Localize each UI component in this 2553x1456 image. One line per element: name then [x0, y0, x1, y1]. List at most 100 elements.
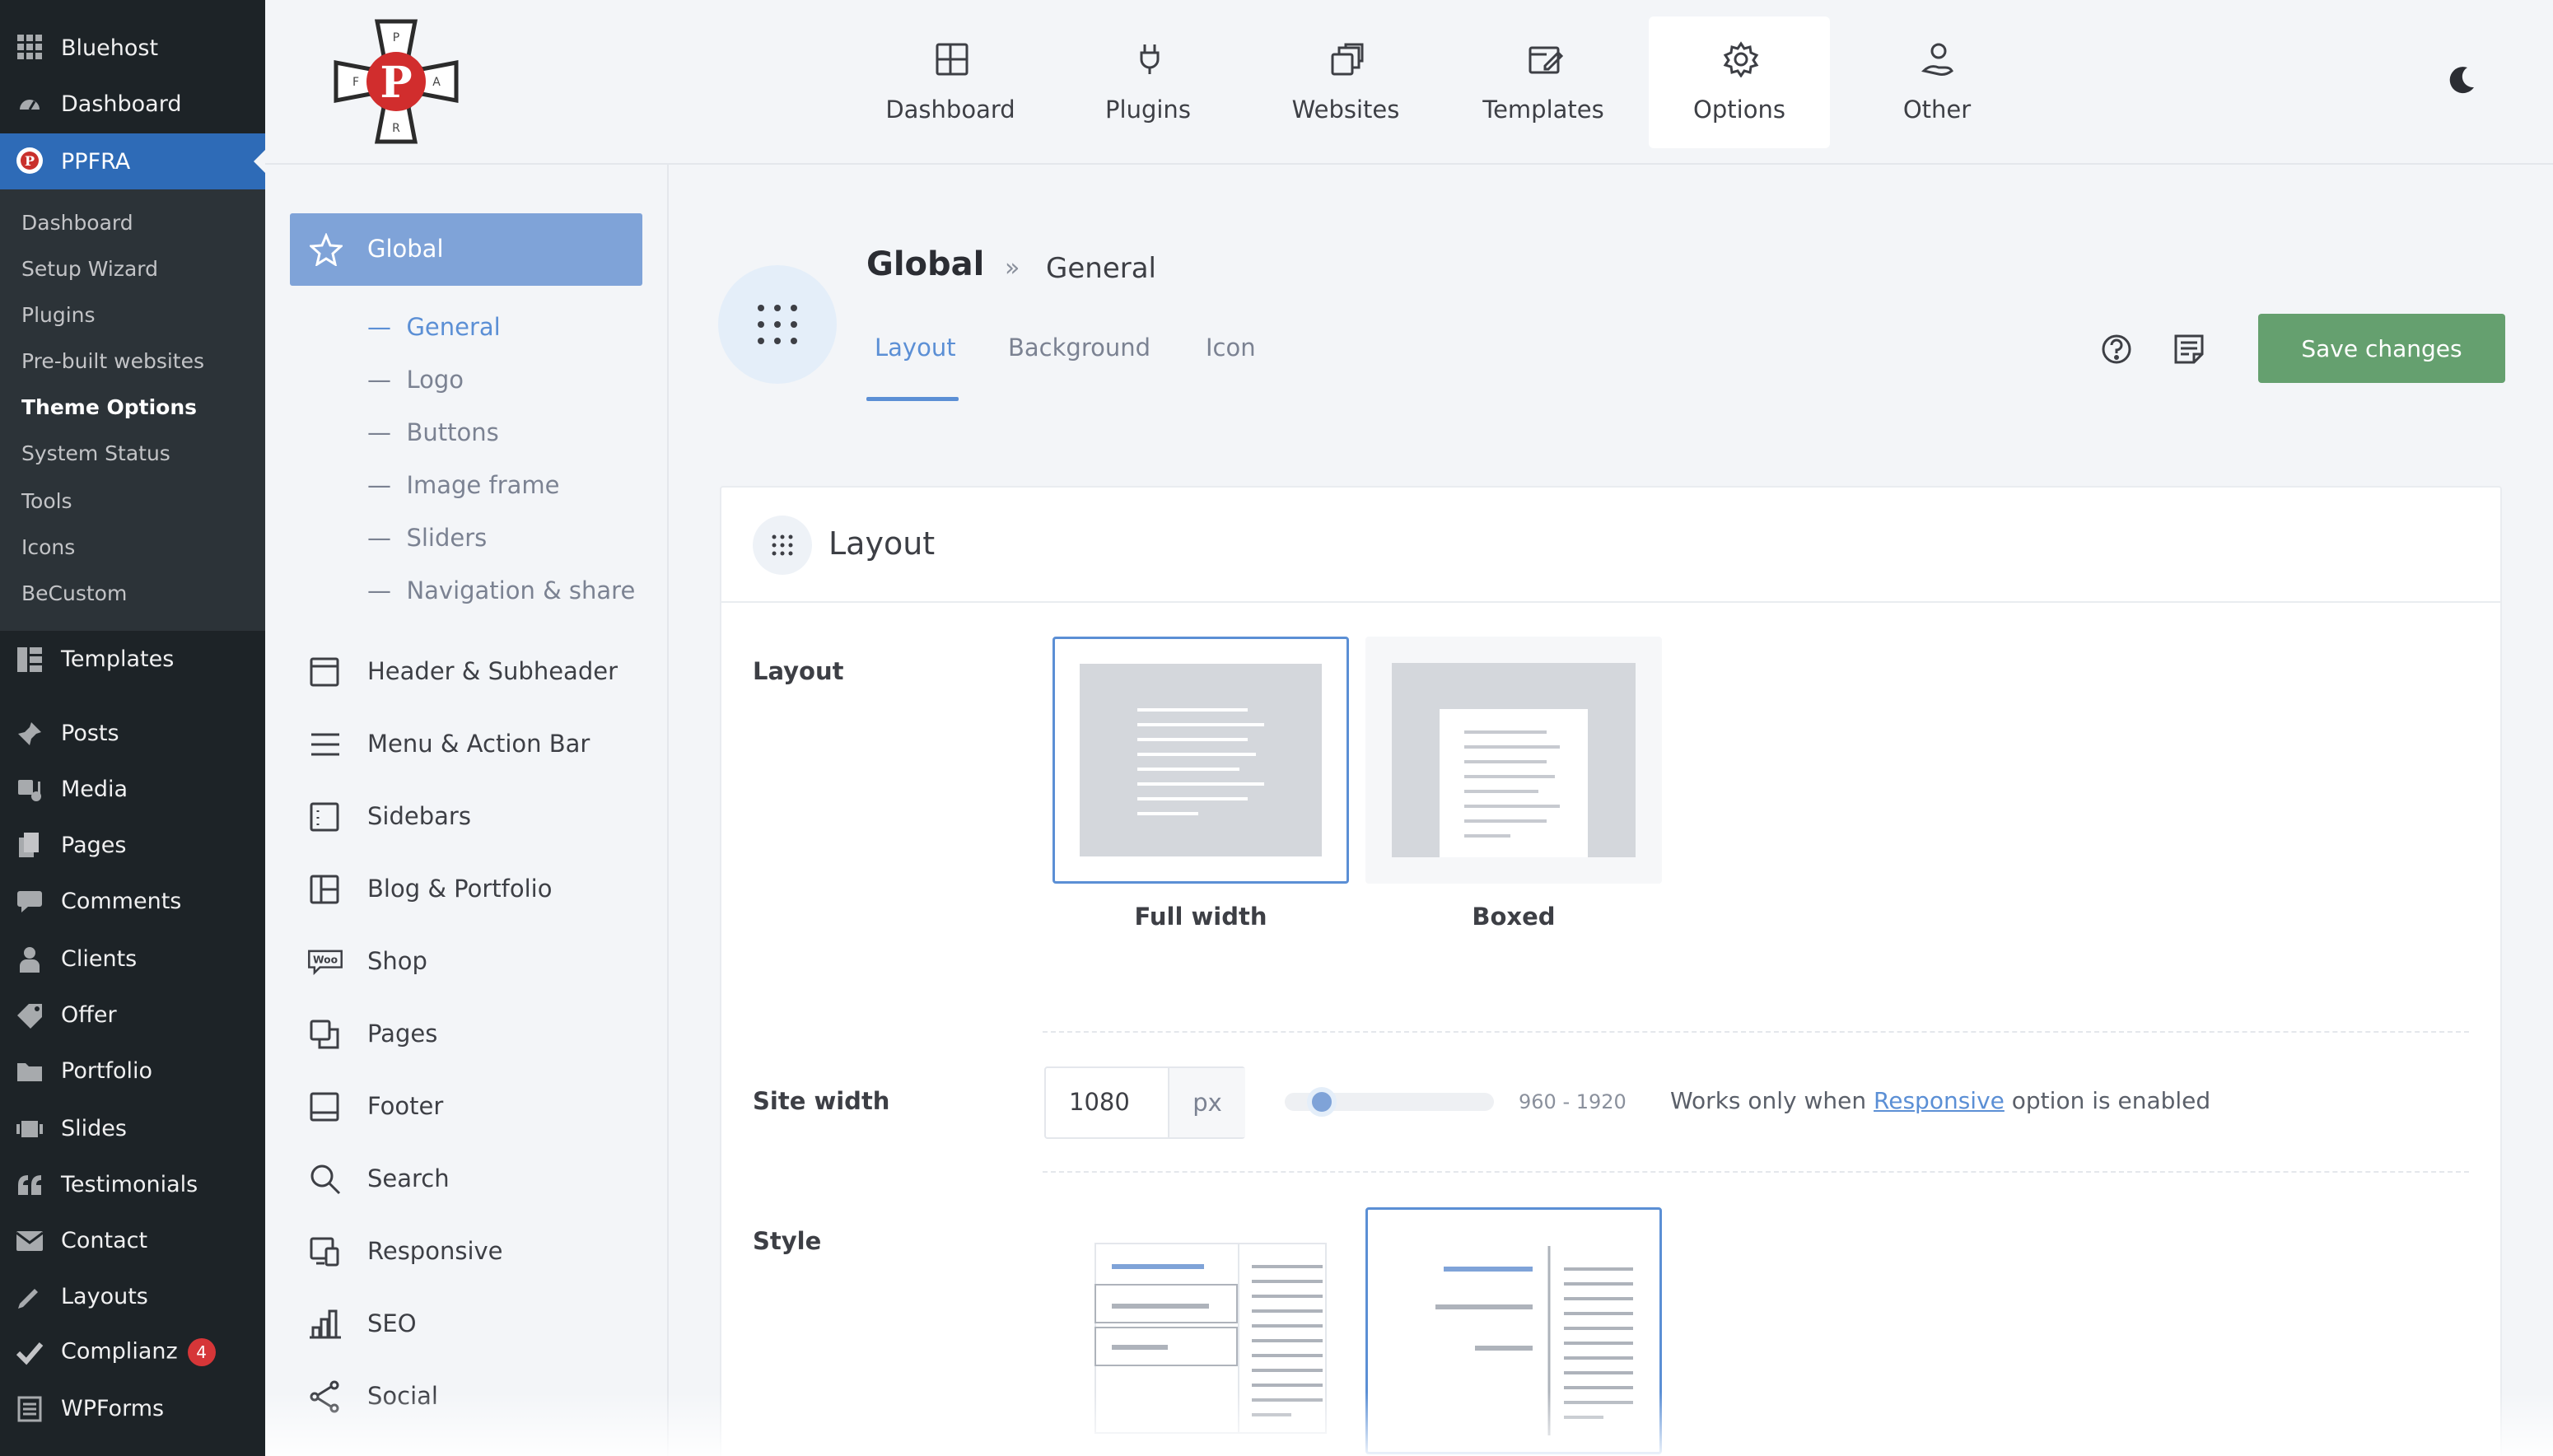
menu-label: Contact [61, 1227, 148, 1253]
subnav-label: Image frame [406, 471, 560, 499]
menu-portfolio[interactable]: Portfolio [0, 1044, 265, 1097]
menu-layouts[interactable]: Layouts [0, 1270, 265, 1323]
subnav-general[interactable]: — General [367, 313, 501, 341]
top-nav-other[interactable]: Other [1846, 16, 2028, 148]
subnav-sliders[interactable]: — Sliders [367, 524, 487, 552]
menu-label: Layouts [61, 1283, 148, 1309]
section-footer[interactable]: Footer [306, 1082, 652, 1132]
brand-logo[interactable]: P P F R A [331, 16, 461, 147]
submenu-item-icons[interactable]: Icons [21, 535, 75, 559]
site-width-slider[interactable] [1285, 1087, 1494, 1117]
subnav-buttons[interactable]: — Buttons [367, 418, 499, 446]
note-text: Works only when [1670, 1087, 1874, 1114]
section-header-subheader[interactable]: Header & Subheader [306, 647, 652, 697]
site-width-field[interactable]: 1080 px [1044, 1066, 1245, 1139]
top-nav-websites[interactable]: Websites [1255, 16, 1436, 148]
complianz-label: Complianz [61, 1338, 178, 1365]
menu-templates[interactable]: Templates [0, 632, 265, 685]
notification-badge: 4 [187, 1338, 216, 1366]
menu-clients[interactable]: Clients [0, 932, 265, 985]
top-nav-options[interactable]: Options [1649, 16, 1830, 148]
slider-handle[interactable] [1307, 1087, 1337, 1117]
save-changes-button[interactable]: Save changes [2258, 314, 2505, 383]
svg-text:P: P [25, 153, 35, 169]
submenu-item-tools[interactable]: Tools [21, 489, 72, 513]
section-responsive[interactable]: Responsive [306, 1227, 652, 1276]
note-text: option is enabled [2004, 1087, 2211, 1114]
menu-label: Complianz 4 [61, 1338, 216, 1366]
menu-bluehost[interactable]: Bluehost [0, 21, 265, 74]
subnav-logo[interactable]: — Logo [367, 366, 464, 394]
menu-contact[interactable]: Contact [0, 1214, 265, 1267]
section-pages[interactable]: Pages [306, 1010, 652, 1059]
help-icon[interactable] [2098, 331, 2135, 367]
forms-icon [15, 1395, 44, 1423]
search-icon [310, 1164, 341, 1195]
menu-label: Dashboard [61, 91, 182, 117]
section-search[interactable]: Search [306, 1155, 652, 1204]
menu-offer[interactable]: Offer [0, 988, 265, 1041]
section-sidebars[interactable]: Sidebars [306, 792, 652, 842]
subnav-navigation-share[interactable]: — Navigation & share [367, 576, 635, 604]
menu-media[interactable]: Media [0, 763, 265, 815]
hamburger-icon [311, 733, 339, 756]
bottom-fade [265, 1392, 2553, 1456]
menu-slides[interactable]: Slides [0, 1102, 265, 1155]
menu-label: Clients [61, 945, 138, 972]
header-layout-icon [310, 657, 339, 687]
top-nav-templates[interactable]: Templates [1453, 16, 1634, 148]
submenu-item-pre-built-websites[interactable]: Pre-built websites [21, 349, 204, 373]
submenu-item-becustom[interactable]: BeCustom [21, 581, 127, 605]
tab-background[interactable]: Background [1008, 334, 1150, 362]
site-width-value[interactable]: 1080 [1069, 1088, 1130, 1116]
submenu-item-theme-options[interactable]: Theme Options [21, 395, 197, 419]
menu-label: Slides [61, 1115, 127, 1141]
menu-dashboard[interactable]: Dashboard [0, 77, 265, 130]
section-menu-action-bar[interactable]: Menu & Action Bar [306, 720, 652, 769]
submenu-item-plugins[interactable]: Plugins [21, 303, 96, 327]
footer-layout-icon [310, 1092, 339, 1122]
templates-icon [15, 646, 44, 674]
section-global-button[interactable]: Global [290, 213, 642, 286]
boxed-preview [1392, 663, 1636, 857]
layout-option-boxed[interactable] [1365, 637, 1662, 884]
dashboard-icon [15, 91, 44, 119]
top-nav-label: Options [1693, 96, 1785, 124]
section-shop[interactable]: Woo Shop [306, 937, 652, 987]
submenu-item-setup-wizard[interactable]: Setup Wizard [21, 257, 158, 281]
section-label: Pages [367, 1020, 438, 1048]
section-label: Shop [367, 947, 427, 975]
active-tab-indicator [866, 397, 959, 401]
ppfra-logo-icon: P [15, 147, 44, 175]
menu-pages[interactable]: Pages [0, 819, 265, 871]
layout-option-full-width[interactable] [1052, 637, 1349, 884]
top-nav-plugins[interactable]: Plugins [1057, 16, 1239, 148]
subnav-label: Navigation & share [406, 576, 636, 604]
section-blog-portfolio[interactable]: Blog & Portfolio [306, 865, 652, 914]
svg-text:Woo: Woo [313, 954, 338, 966]
menu-comments[interactable]: Comments [0, 875, 265, 927]
menu-posts[interactable]: Posts [0, 707, 265, 759]
submenu-item-dashboard[interactable]: Dashboard [21, 211, 133, 235]
site-width-unit: px [1168, 1068, 1245, 1137]
menu-label: Bluehost [61, 35, 159, 61]
tab-icon[interactable]: Icon [1206, 334, 1256, 362]
svg-text:P: P [393, 31, 399, 44]
moon-icon[interactable] [2444, 64, 2477, 97]
top-nav-label: Templates [1482, 96, 1604, 124]
plug-icon [1140, 44, 1160, 74]
menu-complianz[interactable]: Complianz 4 [0, 1326, 265, 1379]
subnav-image-frame[interactable]: — Image frame [367, 471, 559, 499]
menu-ppfra[interactable]: P PPFRA [0, 133, 265, 189]
user-hand-icon [1921, 43, 1953, 76]
responsive-link[interactable]: Responsive [1874, 1087, 2005, 1114]
menu-testimonials[interactable]: Testimonials [0, 1158, 265, 1211]
tab-layout[interactable]: Layout [875, 334, 956, 362]
section-seo[interactable]: SEO [306, 1300, 652, 1349]
menu-label: Posts [61, 720, 119, 746]
menu-label: Testimonials [61, 1171, 198, 1197]
top-nav-dashboard[interactable]: Dashboard [860, 16, 1041, 148]
submenu-item-system-status[interactable]: System Status [21, 441, 170, 465]
notes-icon[interactable] [2171, 331, 2207, 367]
menu-wpforms[interactable]: WPForms [0, 1382, 265, 1435]
